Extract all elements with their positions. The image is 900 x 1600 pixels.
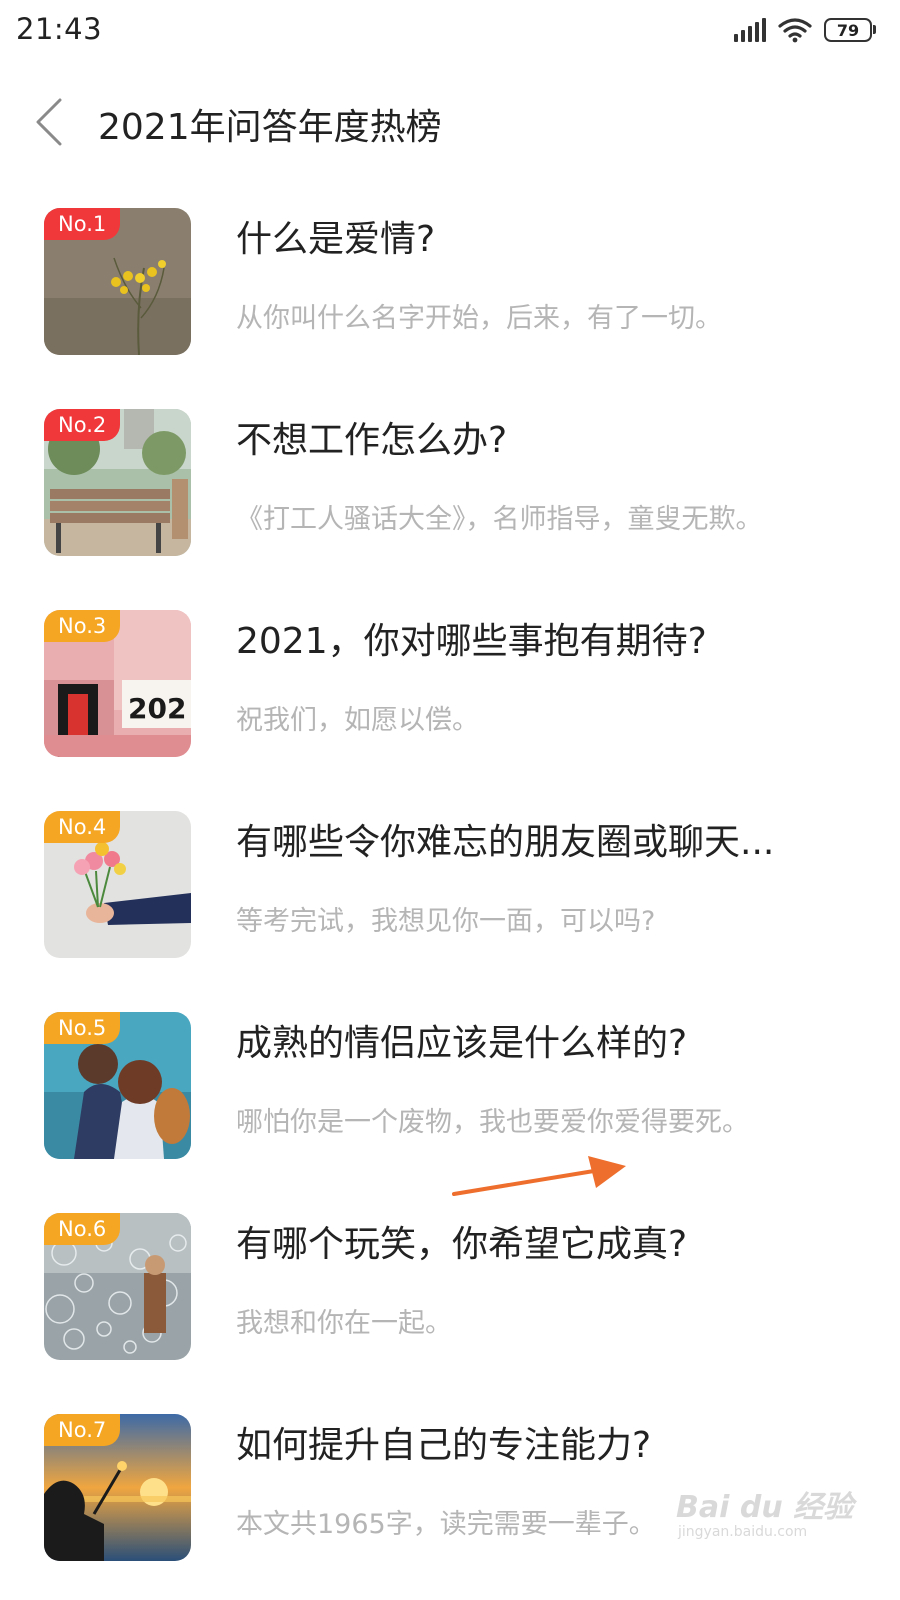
thumbnail-image: No.2 — [44, 409, 191, 556]
watermark-logo: Bai du 经验 jingyan.baidu.com — [672, 1472, 872, 1552]
annotation-arrow-icon — [452, 1156, 626, 1196]
list-item[interactable]: 202 No.3 2021，你对哪些事抱有期待? 祝我们，如愿以偿。 — [0, 602, 900, 762]
list-item[interactable]: No.1 什么是爱情? 从你叫什么名字开始，后来，有了一切。 — [0, 200, 900, 360]
rank-badge: No.6 — [44, 1213, 121, 1245]
list-item[interactable]: No.2 不想工作怎么办? 《打工人骚话大全》，名师指导，童叟无欺。 — [0, 401, 900, 561]
item-title: 如何提升自己的专注能力? — [236, 1425, 652, 1466]
page-title: 2021年问答年度热榜 — [98, 107, 442, 148]
item-subtitle: 从你叫什么名字开始，后来，有了一切。 — [236, 303, 722, 334]
rank-badge: No.3 — [44, 610, 121, 642]
list-item[interactable]: No.4 有哪些令你难忘的朋友圈或聊天... 等考完试，我想见你一面，可以吗? — [0, 803, 900, 963]
thumbnail-image: No.4 — [44, 811, 191, 958]
item-title: 不想工作怎么办? — [236, 420, 508, 461]
thumbnail-image: No.1 — [44, 208, 191, 355]
list-item[interactable]: No.6 有哪个玩笑，你希望它成真? 我想和你在一起。 — [0, 1205, 900, 1365]
wifi-icon — [778, 18, 812, 43]
item-subtitle: 祝我们，如愿以偿。 — [236, 705, 479, 736]
chevron-left-icon[interactable] — [30, 94, 70, 150]
thumbnail-image: No.5 — [44, 1012, 191, 1159]
item-title: 什么是爱情? — [236, 219, 436, 260]
rank-badge: No.2 — [44, 409, 121, 441]
item-subtitle: 《打工人骚话大全》，名师指导，童叟无欺。 — [236, 504, 763, 535]
item-title: 有哪些令你难忘的朋友圈或聊天... — [236, 822, 775, 863]
item-title: 2021，你对哪些事抱有期待? — [236, 621, 707, 662]
header: 2021年问答年度热榜 — [0, 80, 900, 170]
svg-text:202: 202 — [128, 692, 186, 725]
item-title: 有哪个玩笑，你希望它成真? — [236, 1224, 688, 1265]
thumbnail-image: No.7 — [44, 1414, 191, 1561]
item-subtitle: 等考完试，我想见你一面，可以吗? — [236, 906, 656, 937]
item-subtitle: 我想和你在一起。 — [236, 1308, 452, 1339]
watermark-subtext: jingyan.baidu.com — [678, 1524, 808, 1540]
signal-icon — [734, 18, 766, 42]
item-subtitle: 哪怕你是一个废物，我也要爱你爱得要死。 — [236, 1107, 749, 1138]
rank-badge: No.4 — [44, 811, 121, 843]
battery-icon: 79 — [824, 18, 876, 42]
rank-badge: No.7 — [44, 1414, 121, 1446]
status-bar: 21:43 79 — [0, 0, 900, 62]
list-item[interactable]: No.5 成熟的情侣应该是什么样的? 哪怕你是一个废物，我也要爱你爱得要死。 — [0, 1004, 900, 1164]
thumbnail-image: 202 No.3 — [44, 610, 191, 757]
status-icons: 79 — [734, 14, 876, 46]
rank-badge: No.1 — [44, 208, 121, 240]
item-title: 成熟的情侣应该是什么样的? — [236, 1023, 688, 1064]
thumbnail-image: No.6 — [44, 1213, 191, 1360]
status-time: 21:43 — [16, 12, 103, 46]
screen: 21:43 79 2021年问答年度热榜 No.1 什么是爱情? 从你叫什么名字… — [0, 0, 900, 1600]
watermark-text: Bai du 经验 — [676, 1490, 854, 1525]
rank-badge: No.5 — [44, 1012, 121, 1044]
